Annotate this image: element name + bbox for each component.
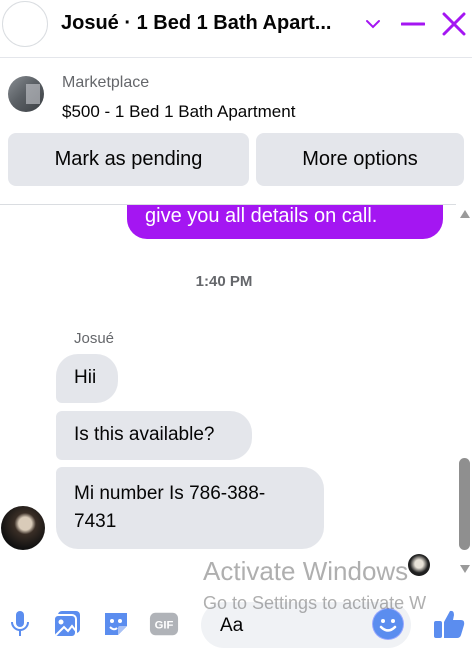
close-icon[interactable] (440, 10, 468, 38)
mark-as-pending-button[interactable]: Mark as pending (8, 133, 249, 186)
message-composer: GIF Aa (0, 584, 472, 667)
message-timestamp: 1:40 PM (195, 273, 253, 290)
emoji-icon[interactable] (372, 608, 404, 640)
more-options-button[interactable]: More options (256, 133, 464, 186)
incoming-message-bubble[interactable]: Is this available? (56, 411, 252, 460)
message-thread[interactable]: give you all details on call. 1:40 PM Jo… (0, 204, 472, 584)
message-text-line: 7431 (74, 511, 117, 532)
photo-icon[interactable] (52, 608, 82, 640)
listing-title[interactable]: $500 - 1 Bed 1 Bath Apartment (62, 102, 295, 122)
incoming-message-bubble[interactable]: Hii (56, 354, 118, 403)
sender-name: Josué (74, 330, 115, 347)
message-text-line: Mi number Is 786-388- (74, 483, 266, 504)
message-text: Is this available? (74, 424, 215, 445)
contact-avatar[interactable] (2, 1, 48, 47)
outgoing-message-text: give you all details on call. (145, 205, 378, 227)
gif-label: GIF (155, 620, 174, 632)
read-receipt-avatar (408, 554, 430, 576)
conversation-title[interactable]: Josué · 1 Bed 1 Bath Apart... (61, 12, 351, 35)
minimize-icon[interactable] (399, 10, 427, 38)
incoming-message-bubble[interactable]: Mi number Is 786-388- 7431 (56, 467, 324, 549)
message-text: Hii (74, 367, 97, 388)
microphone-icon[interactable] (5, 608, 35, 640)
message-input-placeholder: Aa (220, 615, 244, 636)
outgoing-message-bubble[interactable]: give you all details on call. (127, 205, 443, 239)
scroll-down-arrow-icon[interactable] (460, 565, 470, 573)
sticker-icon[interactable] (101, 608, 131, 640)
scroll-up-arrow-icon[interactable] (460, 210, 470, 218)
gif-icon[interactable]: GIF (149, 608, 179, 640)
sender-avatar[interactable] (1, 506, 45, 550)
chat-header: Josué · 1 Bed 1 Bath Apart... (0, 0, 472, 58)
scrollbar-thumb[interactable] (459, 458, 470, 550)
listing-category: Marketplace (62, 74, 150, 91)
marketplace-listing-card: Marketplace $500 - 1 Bed 1 Bath Apartmen… (0, 58, 472, 204)
chevron-down-icon[interactable] (359, 10, 387, 38)
thumbs-up-icon[interactable] (431, 608, 467, 640)
listing-thumbnail[interactable] (8, 76, 44, 112)
